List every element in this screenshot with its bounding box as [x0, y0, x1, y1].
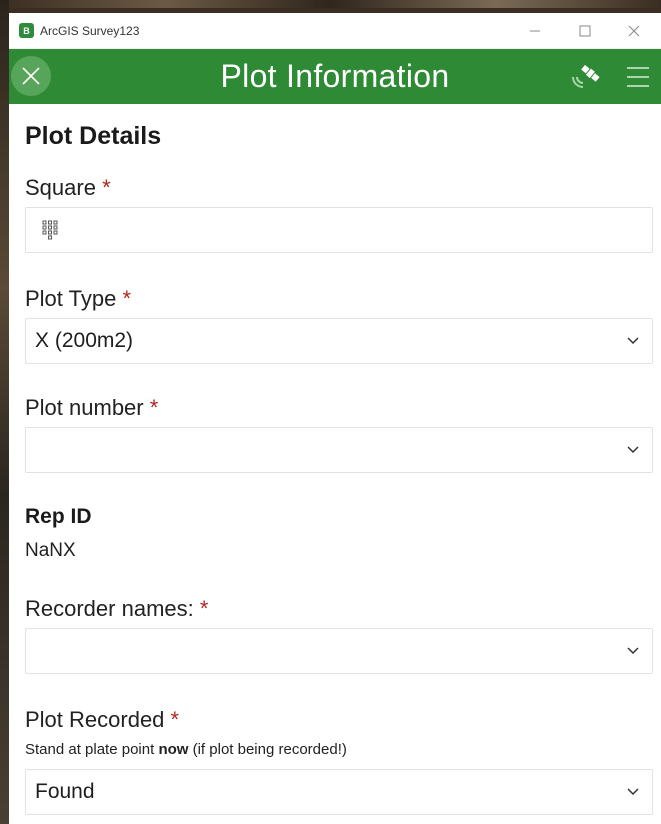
desktop-background-top	[0, 0, 661, 8]
desktop-background-left	[0, 0, 9, 824]
required-marker: *	[102, 175, 111, 200]
plot-number-label: Plot number *	[25, 395, 159, 420]
menu-button[interactable]	[625, 64, 651, 90]
app-window: B ArcGIS Survey123 Plot Information Plot…	[9, 13, 661, 824]
svg-text:B: B	[23, 26, 30, 36]
group-title-plot-details: Plot Details	[25, 122, 162, 150]
close-survey-button[interactable]	[11, 56, 51, 96]
plot-recorded-hint: Stand at plate point now (if plot being …	[25, 741, 347, 758]
close-x-icon	[22, 67, 40, 85]
chevron-down-icon	[627, 788, 639, 796]
maximize-icon	[579, 25, 591, 36]
plot-type-select[interactable]: X (200m2)	[25, 318, 653, 364]
minimize-button[interactable]	[512, 13, 558, 48]
satellite-gps-icon	[572, 64, 600, 88]
required-marker: *	[149, 395, 159, 420]
chevron-down-icon	[627, 647, 639, 655]
hamburger-menu-icon	[627, 67, 649, 87]
plot-recorded-value: Found	[35, 780, 95, 803]
required-marker: *	[170, 707, 180, 732]
rep-id-label: Rep ID	[25, 505, 92, 528]
plot-number-select[interactable]	[25, 427, 653, 473]
required-marker: *	[199, 596, 209, 621]
plot-type-value: X (200m2)	[35, 329, 134, 352]
window-title: ArcGIS Survey123	[40, 23, 140, 38]
page-title: Plot Information	[220, 58, 450, 94]
rep-id-value: NaNX	[25, 540, 76, 561]
minimize-icon	[530, 30, 540, 31]
chevron-down-icon	[627, 337, 639, 345]
plot-recorded-label: Plot Recorded *	[25, 707, 180, 732]
gps-location-button[interactable]	[569, 61, 603, 91]
numeric-keypad-icon	[42, 220, 58, 240]
survey-header: Plot Information	[9, 49, 661, 104]
square-label: Square *	[25, 175, 111, 200]
window-titlebar: B ArcGIS Survey123	[9, 13, 661, 49]
plot-type-label: Plot Type *	[25, 286, 131, 311]
square-input[interactable]	[25, 207, 653, 253]
window-close-button[interactable]	[611, 13, 657, 48]
required-marker: *	[122, 286, 131, 311]
plot-recorded-select[interactable]: Found	[25, 769, 653, 815]
maximize-button[interactable]	[562, 13, 608, 48]
chevron-down-icon	[627, 446, 639, 454]
close-icon	[628, 25, 640, 36]
recorder-names-select[interactable]	[25, 628, 653, 674]
recorder-names-label: Recorder names: *	[25, 596, 209, 621]
survey123-app-icon: B	[19, 23, 34, 38]
